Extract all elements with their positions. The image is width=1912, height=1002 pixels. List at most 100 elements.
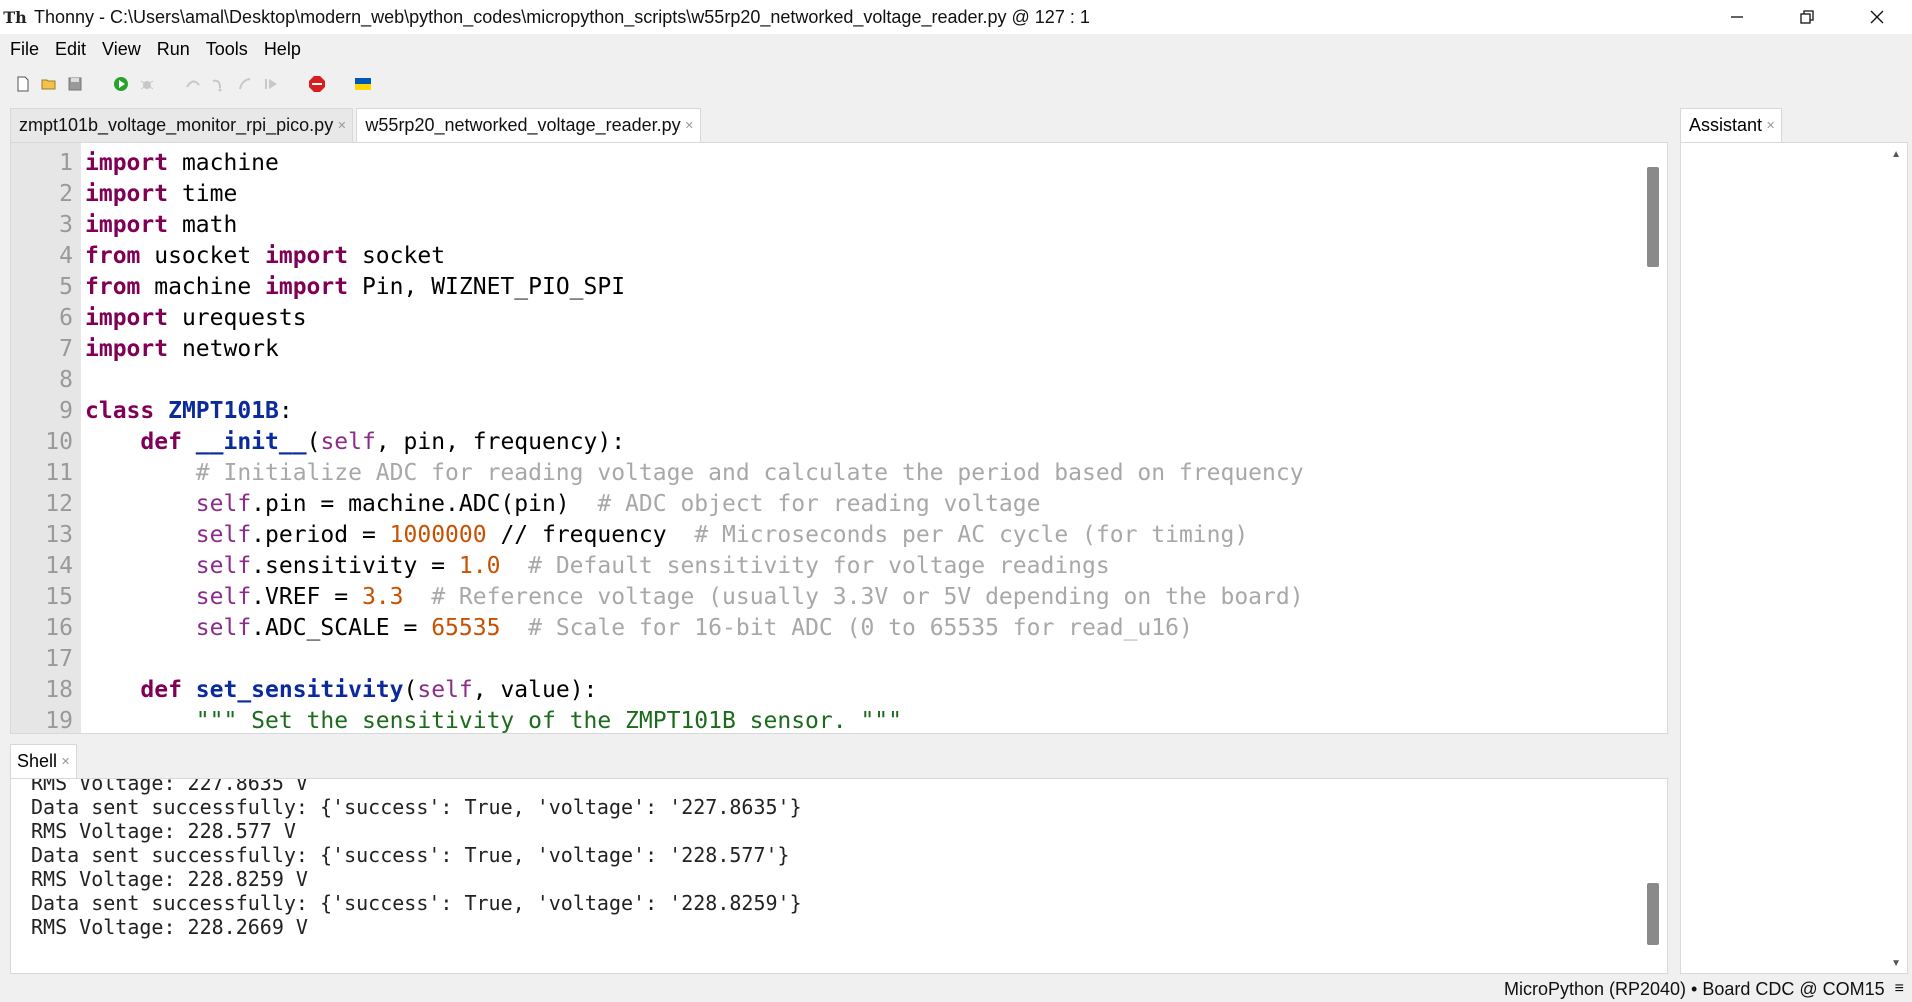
line-number: 6 bbox=[59, 304, 73, 331]
scroll-down-icon[interactable]: ▼ bbox=[1891, 958, 1901, 969]
tab-w55rp20-networked-voltage-reader[interactable]: w55rp20_networked_voltage_reader.py ✕ bbox=[356, 108, 701, 142]
shell-scrollbar[interactable] bbox=[1647, 883, 1659, 945]
minimize-button[interactable] bbox=[1702, 0, 1772, 34]
code-line: 4 from usocket import socket bbox=[11, 240, 1304, 271]
code-line: 19 """ Set the sensitivity of the ZMPT10… bbox=[11, 705, 1304, 734]
code-line: 6 import urequests bbox=[11, 302, 1304, 333]
tab-shell[interactable]: Shell ✕ bbox=[10, 744, 78, 778]
shell-tabs: Shell ✕ bbox=[10, 744, 78, 778]
debug-icon[interactable] bbox=[136, 73, 158, 95]
code-line: 15 self.VREF = 3.3 # Reference voltage (… bbox=[11, 581, 1303, 612]
shell-line: RMS Voltage: 228.577 V bbox=[31, 819, 296, 843]
shell-line: Data sent successfully: {'success': True… bbox=[31, 843, 790, 867]
code-line: 16 self.ADC_SCALE = 65535 # Scale for 16… bbox=[11, 612, 1304, 643]
tab-label: w55rp20_networked_voltage_reader.py bbox=[365, 115, 681, 135]
line-number: 2 bbox=[59, 180, 73, 207]
shell-line: Data sent successfully: {'success': True… bbox=[31, 891, 802, 915]
code-line: 10 def __init__(self, pin, frequency): bbox=[11, 426, 1304, 457]
step-over-icon[interactable] bbox=[182, 73, 204, 95]
status-bar: MicroPython (RP2040) • Board CDC @ COM15… bbox=[0, 976, 1912, 1002]
shell-output: RMS Voltage: 227.8635 V Data sent succes… bbox=[31, 778, 802, 939]
stop-icon[interactable] bbox=[306, 73, 328, 95]
interpreter-status[interactable]: MicroPython (RP2040) • Board CDC @ COM15 bbox=[1504, 979, 1885, 1000]
close-button[interactable] bbox=[1842, 0, 1912, 34]
code-lines: 1 import machine 2 import time 3 import mat… bbox=[11, 147, 1304, 734]
line-number: 15 bbox=[45, 583, 73, 610]
close-icon bbox=[1870, 10, 1884, 24]
toolbar bbox=[0, 64, 1912, 104]
code-line: 1 import machine bbox=[11, 147, 1304, 178]
new-file-icon[interactable] bbox=[12, 73, 34, 95]
save-icon[interactable] bbox=[64, 73, 86, 95]
tab-assistant[interactable]: Assistant ✕ bbox=[1680, 108, 1783, 142]
menu-tools[interactable]: Tools bbox=[198, 39, 256, 60]
close-icon[interactable]: ✕ bbox=[1766, 119, 1775, 132]
code-line: 2 import time bbox=[11, 178, 1304, 209]
open-file-icon[interactable] bbox=[38, 73, 60, 95]
assistant-tabs: Assistant ✕ bbox=[1680, 108, 1783, 142]
assistant-panel[interactable]: ▲ ▼ bbox=[1680, 142, 1908, 974]
shell-panel[interactable]: RMS Voltage: 227.8635 V Data sent succes… bbox=[10, 778, 1668, 974]
minimize-icon bbox=[1731, 16, 1743, 18]
line-number: 16 bbox=[45, 614, 73, 641]
menu-edit[interactable]: Edit bbox=[47, 39, 94, 60]
close-icon[interactable]: ✕ bbox=[61, 755, 70, 768]
close-icon[interactable]: ✕ bbox=[337, 119, 346, 132]
step-into-icon[interactable] bbox=[208, 73, 230, 95]
line-number: 8 bbox=[59, 366, 73, 393]
line-number: 4 bbox=[59, 242, 73, 269]
line-number: 14 bbox=[45, 552, 73, 579]
tab-zmpt101b-voltage-monitor[interactable]: zmpt101b_voltage_monitor_rpi_pico.py ✕ bbox=[10, 108, 354, 142]
line-number: 11 bbox=[45, 459, 73, 486]
code-line: 3 import math bbox=[11, 209, 1304, 240]
code-line: 11 # Initialize ADC for reading voltage … bbox=[11, 457, 1304, 488]
code-line: 18 def set_sensitivity(self, value): bbox=[11, 674, 1304, 705]
shell-line: RMS Voltage: 228.2669 V bbox=[31, 915, 308, 939]
code-line: 7 import network bbox=[11, 333, 1304, 364]
line-number: 1 bbox=[59, 149, 73, 176]
shell-line: Data sent successfully: {'success': True… bbox=[31, 795, 802, 819]
code-line: 9 class ZMPT101B: bbox=[11, 395, 1304, 426]
menu-view[interactable]: View bbox=[94, 39, 149, 60]
line-number: 9 bbox=[59, 397, 73, 424]
code-line: 8 bbox=[11, 364, 1304, 395]
code-line: 17 bbox=[11, 643, 1304, 674]
tab-label: Shell bbox=[17, 751, 58, 771]
scroll-up-icon[interactable]: ▲ bbox=[1891, 149, 1901, 160]
line-number: 10 bbox=[45, 428, 73, 455]
thonny-logo-icon: Th bbox=[3, 7, 27, 27]
line-number: 17 bbox=[45, 645, 73, 672]
code-line: 14 self.sensitivity = 1.0 # Default sens… bbox=[11, 550, 1304, 581]
tab-label: Assistant bbox=[1689, 115, 1763, 135]
menu-lines-icon[interactable]: ≡ bbox=[1895, 980, 1904, 998]
window-controls bbox=[1702, 0, 1912, 34]
menu-bar: File Edit View Run Tools Help bbox=[0, 34, 1912, 64]
line-number: 3 bbox=[59, 211, 73, 238]
menu-help[interactable]: Help bbox=[256, 39, 309, 60]
menu-file[interactable]: File bbox=[4, 39, 47, 60]
resume-icon[interactable] bbox=[260, 73, 282, 95]
restore-button[interactable] bbox=[1772, 0, 1842, 34]
line-number: 19 bbox=[45, 707, 73, 734]
ukraine-flag-icon[interactable] bbox=[352, 73, 374, 95]
line-number: 12 bbox=[45, 490, 73, 517]
code-editor[interactable]: 1 import machine 2 import time 3 import mat… bbox=[10, 142, 1668, 734]
tab-label: zmpt101b_voltage_monitor_rpi_pico.py bbox=[19, 115, 334, 135]
line-number: 18 bbox=[45, 676, 73, 703]
line-number: 5 bbox=[59, 273, 73, 300]
line-number: 7 bbox=[59, 335, 73, 362]
window-title: Thonny - C:\Users\amal\Desktop\modern_we… bbox=[34, 6, 1090, 27]
editor-scrollbar[interactable] bbox=[1647, 167, 1659, 267]
menu-run[interactable]: Run bbox=[149, 39, 198, 60]
title-bar: Th Thonny - C:\Users\amal\Desktop\modern… bbox=[0, 0, 1912, 34]
line-number: 13 bbox=[45, 521, 73, 548]
close-icon[interactable]: ✕ bbox=[685, 119, 694, 132]
code-line: 12 self.pin = machine.ADC(pin) # ADC obj… bbox=[11, 488, 1304, 519]
shell-line: RMS Voltage: 228.8259 V bbox=[31, 867, 308, 891]
code-line: 5 from machine import Pin, WIZNET_PIO_SPI bbox=[11, 271, 1304, 302]
shell-line: RMS Voltage: 227.8635 V bbox=[31, 778, 308, 795]
run-icon[interactable] bbox=[110, 73, 132, 95]
code-line: 13 self.period = 1000000 // frequency # … bbox=[11, 519, 1304, 550]
restore-icon bbox=[1800, 10, 1814, 24]
step-out-icon[interactable] bbox=[234, 73, 256, 95]
